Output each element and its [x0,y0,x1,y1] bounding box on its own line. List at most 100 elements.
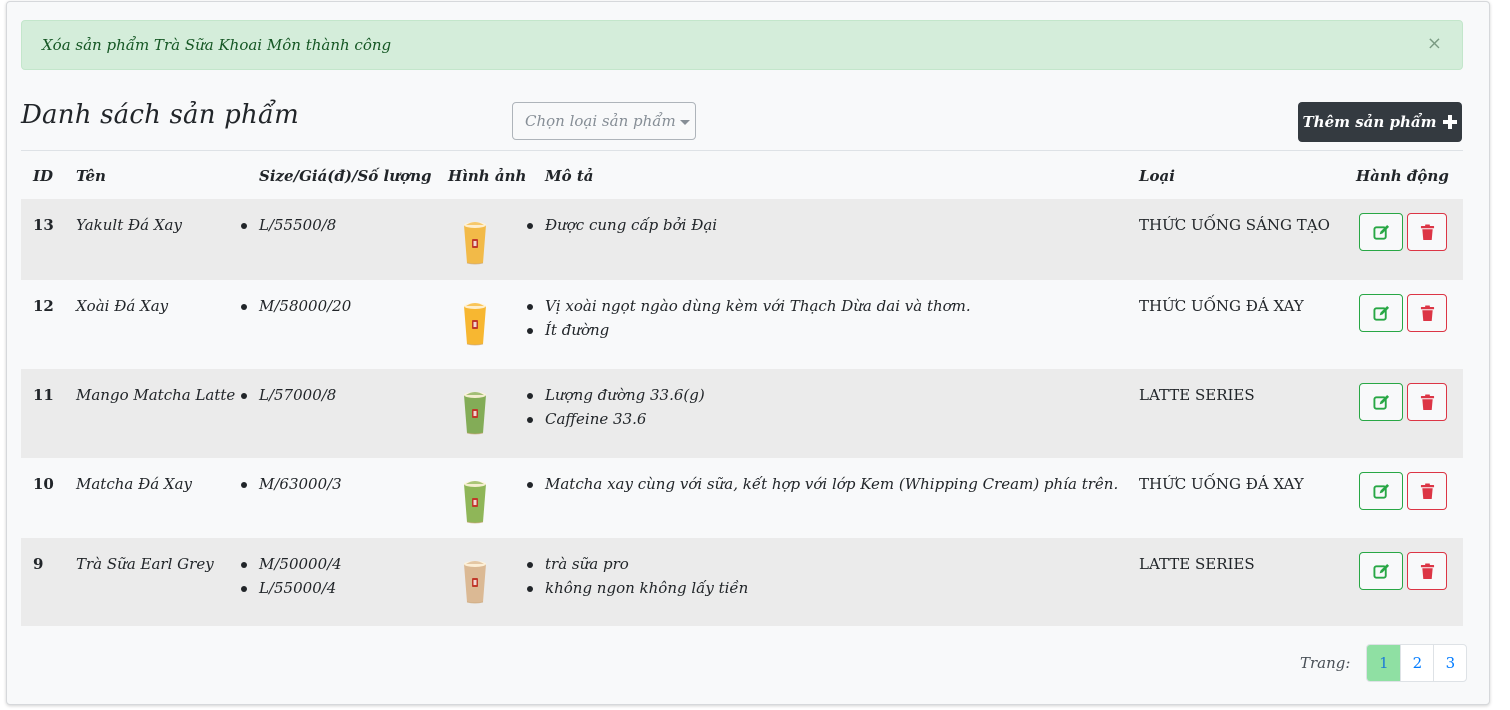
size-item: L/55500/8 [241,213,336,237]
header-actions: Hành động [1356,167,1449,185]
page-button-1[interactable]: 1 [1367,645,1401,681]
row-name: Matcha Đá Xay [76,475,193,493]
table-row: 13 Yakult Đá Xay L/55500/8 Được cung cấp bở… [21,199,1463,280]
description-item: Được cung cấp bởi Đại [527,213,717,237]
description-item: Lượng đường 33.6(g) [527,383,705,407]
add-product-button[interactable]: Thêm sản phẩm [1298,102,1462,142]
edit-icon [1372,305,1389,321]
description-list: Vị xoài ngọt ngào dùng kèm với Thạch Dừa… [527,294,971,342]
page-button-2[interactable]: 2 [1400,645,1433,681]
row-sizes: M/63000/3 [241,472,342,496]
size-list: L/57000/8 [241,383,336,407]
products-table: ID Tên Size/Giá(đ)/Số lượng Hình ảnh Mô … [21,150,1463,626]
size-item: L/57000/8 [241,383,336,407]
description-list: Được cung cấp bởi Đại [527,213,717,237]
row-id: 9 [33,555,44,573]
delete-button[interactable] [1407,294,1447,332]
table-body: 13 Yakult Đá Xay L/55500/8 Được cung cấp bở… [21,199,1463,626]
plus-icon [1443,115,1458,129]
delete-button[interactable] [1407,383,1447,421]
yakult-drink-image [464,222,486,265]
edit-button[interactable] [1359,552,1403,590]
row-name: Mango Matcha Latte [76,386,236,404]
description-list: trà sữa pro không ngon không lấy tiền [527,552,748,600]
trash-icon [1420,394,1434,410]
row-actions [1359,213,1447,251]
row-name: Xoài Đá Xay [76,297,169,315]
row-actions [1359,383,1447,421]
table-row: 12 Xoài Đá Xay M/58000/20 Vị xoài ngọt ngào… [21,280,1463,369]
trash-icon [1420,563,1434,579]
row-id: 11 [33,386,54,404]
description-item: Ít đường [527,318,971,342]
row-category: THỨC UỐNG SÁNG TẠO [1139,216,1330,234]
header-name: Tên [76,167,106,185]
row-sizes: M/58000/20 [241,294,351,318]
category-select[interactable]: Chọn loại sản phẩm [512,102,696,140]
row-category: LATTE SERIES [1139,555,1255,573]
size-list: L/55500/8 [241,213,336,237]
pagination: Trang: 123 [1300,644,1468,682]
edit-icon [1372,483,1389,499]
row-sizes: L/57000/8 [241,383,336,407]
edit-button[interactable] [1359,294,1403,332]
table-row: 11 Mango Matcha Latte L/57000/8 Lượng đường… [21,369,1463,458]
edit-icon [1372,563,1389,579]
row-category: LATTE SERIES [1139,386,1255,404]
trash-icon [1420,483,1434,499]
size-list: M/50000/4 L/55000/4 [241,552,342,600]
edit-icon [1372,394,1389,410]
header-description: Mô tả [545,167,594,185]
size-item: L/55000/4 [241,576,342,600]
alert-message: Xóa sản phẩm Trà Sữa Khoai Môn thành côn… [42,36,392,54]
trash-icon [1420,305,1434,321]
size-item: M/63000/3 [241,472,342,496]
description-item: Matcha xay cùng với sữa, kết hợp với lớp… [527,472,1118,496]
page-buttons: 123 [1366,644,1468,682]
description-list: Matcha xay cùng với sữa, kết hợp với lớp… [527,472,1118,496]
row-id: 10 [33,475,54,493]
row-sizes: L/55500/8 [241,213,336,237]
description-item: Vị xoài ngọt ngào dùng kèm với Thạch Dừa… [527,294,971,318]
header-category: Loại [1139,167,1175,185]
delete-button[interactable] [1407,213,1447,251]
header-id: ID [33,167,54,185]
description-item: Caffeine 33.6 [527,407,705,431]
row-actions [1359,472,1447,510]
header-image: Hình ảnh [448,167,527,185]
edit-button[interactable] [1359,213,1403,251]
caret-down-icon [679,119,690,125]
size-item: M/58000/20 [241,294,351,318]
page-title: Danh sách sản phẩm [21,100,299,130]
row-actions [1359,294,1447,332]
row-description: Lượng đường 33.6(g) Caffeine 33.6 [527,383,705,431]
page-button-3[interactable]: 3 [1433,645,1466,681]
success-alert: Xóa sản phẩm Trà Sữa Khoai Môn thành côn… [21,20,1463,70]
description-item: trà sữa pro [527,552,748,576]
header-size: Size/Giá(đ)/Số lượng [259,167,432,185]
row-description: Được cung cấp bởi Đại [527,213,717,237]
description-item: không ngon không lấy tiền [527,576,748,600]
row-description: Vị xoài ngọt ngào dùng kèm với Thạch Dừa… [527,294,971,342]
row-id: 12 [33,297,54,315]
earl-grey-drink-image [464,561,486,604]
row-category: THỨC UỐNG ĐÁ XAY [1139,475,1304,493]
row-id: 13 [33,216,54,234]
category-select-placeholder: Chọn loại sản phẩm [525,112,676,130]
table-header: ID Tên Size/Giá(đ)/Số lượng Hình ảnh Mô … [21,151,1463,199]
description-list: Lượng đường 33.6(g) Caffeine 33.6 [527,383,705,431]
close-icon[interactable]: × [1427,35,1442,53]
delete-button[interactable] [1407,552,1447,590]
edit-button[interactable] [1359,383,1403,421]
delete-button[interactable] [1407,472,1447,510]
row-name: Yakult Đá Xay [76,216,182,234]
row-description: trà sữa pro không ngon không lấy tiền [527,552,748,600]
size-item: M/50000/4 [241,552,342,576]
edit-button[interactable] [1359,472,1403,510]
row-name: Trà Sữa Earl Grey [76,555,214,573]
row-category: THỨC UỐNG ĐÁ XAY [1139,297,1304,315]
size-list: M/63000/3 [241,472,342,496]
add-product-label: Thêm sản phẩm [1302,113,1437,131]
row-sizes: M/50000/4 L/55000/4 [241,552,342,600]
matcha-drink-image [464,481,486,524]
